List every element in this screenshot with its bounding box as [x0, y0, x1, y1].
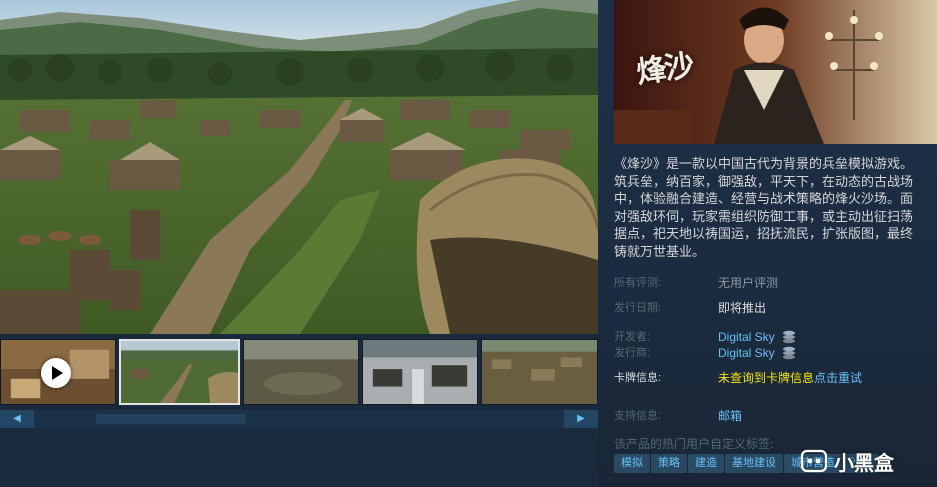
tag-simulation[interactable]: 模拟 — [614, 454, 650, 473]
main-screenshot[interactable] — [0, 0, 598, 334]
watermark-text: 小黑盒 — [834, 452, 894, 475]
scroll-right-button[interactable]: ▶ — [564, 410, 598, 428]
thumbnail-5-image — [482, 340, 597, 404]
scroll-left-button[interactable]: ◀ — [0, 410, 34, 428]
play-icon — [41, 358, 71, 388]
card-retry-link[interactable]: 点击重试 — [814, 371, 862, 385]
thumbnail-video[interactable] — [0, 339, 116, 405]
tag-strategy[interactable]: 策略 — [651, 454, 687, 473]
tag-base-building[interactable]: 基地建设 — [725, 454, 783, 473]
village-scene-image — [0, 0, 598, 334]
thumbnail-5[interactable] — [481, 339, 598, 405]
reviews-value: 无用户评测 — [718, 276, 779, 290]
watermark: 小黑盒 — [800, 446, 894, 476]
tag-building[interactable]: 建造 — [688, 454, 724, 473]
reviews-label: 所有评测: — [614, 277, 662, 289]
thumbnail-village-image — [121, 341, 238, 403]
scrollbar-thumb[interactable] — [96, 414, 246, 424]
thumbnail-3-image — [244, 340, 358, 404]
publisher-label: 发行商: — [614, 347, 651, 359]
game-description: 《烽沙》是一款以中国古代为背景的兵垒模拟游戏。筑兵垒，纳百家，御强敌，平天下，在… — [614, 156, 914, 259]
thumbnail-3[interactable] — [243, 339, 359, 405]
thumbnail-scrollbar[interactable]: ◀ ▶ — [0, 410, 598, 428]
support-email-link[interactable]: 邮箱 — [718, 409, 742, 423]
card-info-status: 未查询到卡牌信息 — [718, 371, 815, 385]
tags-label: 该产品的热门用户自定义标签: — [614, 437, 774, 451]
card-info-label: 卡牌信息: — [614, 372, 662, 384]
thumbnail-selected[interactable] — [119, 339, 240, 405]
thumbnail-strip — [0, 334, 598, 410]
lower-panel — [0, 428, 598, 487]
release-date-label: 发行日期: — [614, 302, 662, 314]
thumbnail-4-image — [363, 340, 477, 404]
developer-link[interactable]: Digital Sky — [718, 330, 775, 344]
coin-stack-icon[interactable] — [782, 330, 796, 344]
publisher-link[interactable]: Digital Sky — [718, 346, 775, 360]
coin-stack-icon[interactable] — [782, 346, 796, 360]
support-label: 支持信息: — [614, 410, 662, 422]
release-date-value: 即将推出 — [718, 301, 767, 315]
game-logo: 烽沙 — [634, 48, 695, 91]
heybox-logo-icon — [800, 449, 828, 473]
store-page: ◀ ▶ 烽沙 《烽沙》是一款以中国古代为背景的兵垒模拟游戏。筑兵垒，纳百家，御强… — [0, 0, 937, 487]
thumbnail-4[interactable] — [362, 339, 478, 405]
developer-label: 开发者: — [614, 331, 651, 343]
